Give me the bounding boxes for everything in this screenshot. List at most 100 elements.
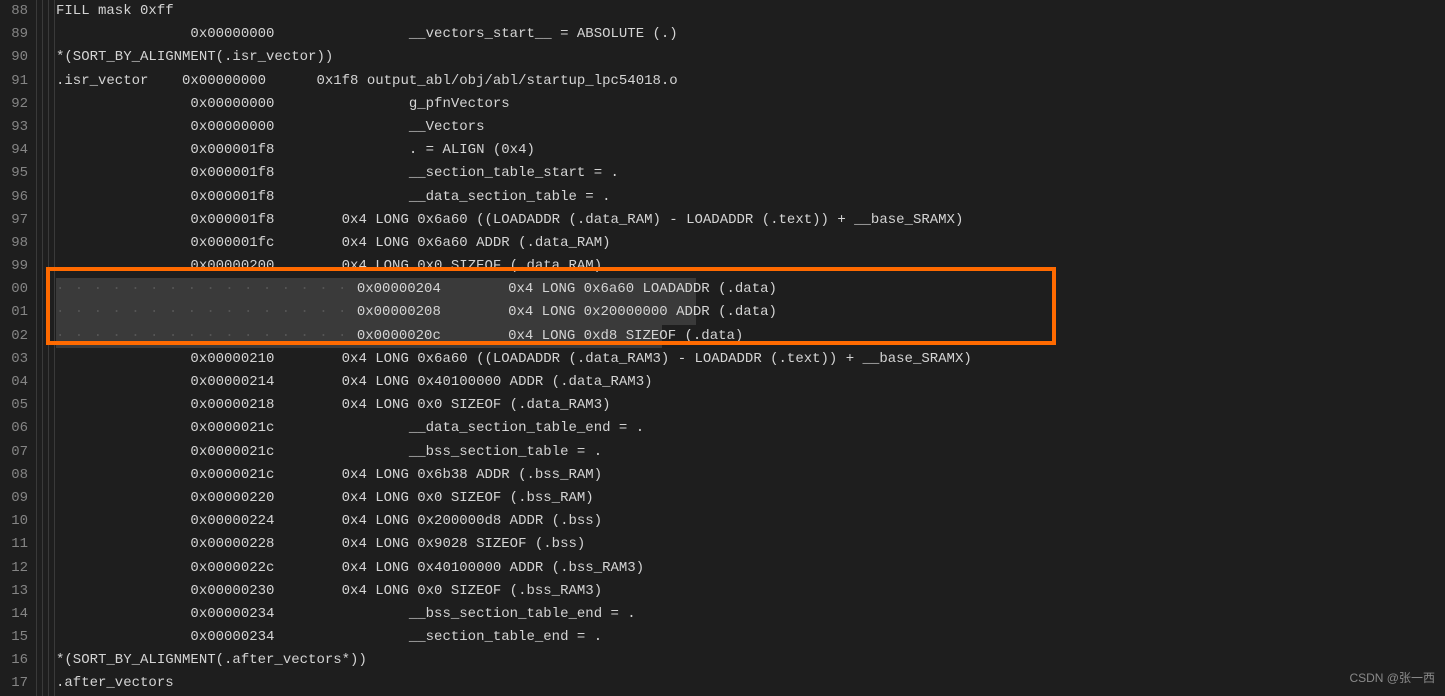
code-text: 0x00000000 __Vectors xyxy=(56,119,484,135)
indent-guides xyxy=(36,0,56,696)
indent-guide xyxy=(54,0,55,696)
line-number: 99 xyxy=(0,255,28,278)
code-area[interactable]: FILL mask 0xff 0x00000000 __vectors_star… xyxy=(56,0,1445,696)
line-number: 96 xyxy=(0,186,28,209)
code-text: *(SORT_BY_ALIGNMENT(.isr_vector)) xyxy=(56,49,333,65)
code-line[interactable]: 0x00000234 __bss_section_table_end = . xyxy=(56,603,1445,626)
line-number: 08 xyxy=(0,464,28,487)
code-line[interactable]: · · · · · · · · · · · · · · · · 0x000002… xyxy=(56,301,1445,324)
code-line[interactable]: 0x000001f8 __data_section_table = . xyxy=(56,186,1445,209)
code-line[interactable]: · · · · · · · · · · · · · · · · 0x000002… xyxy=(56,278,1445,301)
indent-guide xyxy=(48,0,49,696)
code-text: 0x000001f8 __section_table_start = . xyxy=(56,165,619,181)
line-number: 93 xyxy=(0,116,28,139)
code-line[interactable]: .isr_vector 0x00000000 0x1f8 output_abl/… xyxy=(56,70,1445,93)
code-text: · · · · · · · · · · · · · · · · 0x000002… xyxy=(56,328,743,344)
code-text: 0x00000218 0x4 LONG 0x0 SIZEOF (.data_RA… xyxy=(56,397,611,413)
code-line[interactable]: *(SORT_BY_ALIGNMENT(.after_vectors*)) xyxy=(56,649,1445,672)
code-line[interactable]: 0x0000021c __bss_section_table = . xyxy=(56,441,1445,464)
line-number: 98 xyxy=(0,232,28,255)
code-line[interactable]: · · · · · · · · · · · · · · · · 0x000002… xyxy=(56,325,1445,348)
code-text: .after_vectors xyxy=(56,675,174,691)
code-text: .isr_vector 0x00000000 0x1f8 output_abl/… xyxy=(56,73,678,89)
code-line[interactable]: 0x00000210 0x4 LONG 0x6a60 ((LOADADDR (.… xyxy=(56,348,1445,371)
code-line[interactable]: 0x00000220 0x4 LONG 0x0 SIZEOF (.bss_RAM… xyxy=(56,487,1445,510)
code-text: 0x00000220 0x4 LONG 0x0 SIZEOF (.bss_RAM… xyxy=(56,490,594,506)
code-text: 0x00000230 0x4 LONG 0x0 SIZEOF (.bss_RAM… xyxy=(56,583,602,599)
line-number: 91 xyxy=(0,70,28,93)
line-number: 17 xyxy=(0,672,28,695)
code-line[interactable]: 0x00000000 g_pfnVectors xyxy=(56,93,1445,116)
code-line[interactable]: 0x000001f8 0x4 LONG 0x6a60 ((LOADADDR (.… xyxy=(56,209,1445,232)
code-editor[interactable]: 8889909192939495969798990001020304050607… xyxy=(0,0,1445,696)
line-number: 89 xyxy=(0,23,28,46)
code-text: 0x0000021c __bss_section_table = . xyxy=(56,444,602,460)
line-number-gutter: 8889909192939495969798990001020304050607… xyxy=(0,0,36,696)
code-text: 0x0000021c __data_section_table_end = . xyxy=(56,420,644,436)
line-number: 00 xyxy=(0,278,28,301)
code-text: 0x000001f8 . = ALIGN (0x4) xyxy=(56,142,535,158)
code-text: 0x00000234 __bss_section_table_end = . xyxy=(56,606,636,622)
code-text: 0x00000234 __section_table_end = . xyxy=(56,629,602,645)
code-text: 0x00000200 0x4 LONG 0x0 SIZEOF (.data_RA… xyxy=(56,258,602,274)
line-number: 01 xyxy=(0,301,28,324)
code-line[interactable]: 0x00000234 __section_table_end = . xyxy=(56,626,1445,649)
code-text: 0x00000224 0x4 LONG 0x200000d8 ADDR (.bs… xyxy=(56,513,602,529)
line-number: 11 xyxy=(0,533,28,556)
line-number: 09 xyxy=(0,487,28,510)
line-number: 92 xyxy=(0,93,28,116)
line-number: 97 xyxy=(0,209,28,232)
line-number: 14 xyxy=(0,603,28,626)
line-number: 07 xyxy=(0,441,28,464)
whitespace-dots: · · · · · · · · · · · · · · · · xyxy=(56,328,357,344)
code-text: 0x0000021c 0x4 LONG 0x6b38 ADDR (.bss_RA… xyxy=(56,467,602,483)
code-text: 0x0000022c 0x4 LONG 0x40100000 ADDR (.bs… xyxy=(56,560,644,576)
code-line[interactable]: 0x00000230 0x4 LONG 0x0 SIZEOF (.bss_RAM… xyxy=(56,580,1445,603)
code-line[interactable]: 0x00000200 0x4 LONG 0x0 SIZEOF (.data_RA… xyxy=(56,255,1445,278)
code-text: 0x00000000 g_pfnVectors xyxy=(56,96,510,112)
code-text: FILL mask 0xff xyxy=(56,3,174,19)
code-text: 0x000001fc 0x4 LONG 0x6a60 ADDR (.data_R… xyxy=(56,235,611,251)
code-line[interactable]: 0x0000021c 0x4 LONG 0x6b38 ADDR (.bss_RA… xyxy=(56,464,1445,487)
whitespace-dots: · · · · · · · · · · · · · · · · xyxy=(56,281,357,297)
code-text: *(SORT_BY_ALIGNMENT(.after_vectors*)) xyxy=(56,652,367,668)
line-number: 10 xyxy=(0,510,28,533)
indent-guide xyxy=(42,0,43,696)
line-number: 04 xyxy=(0,371,28,394)
line-number: 02 xyxy=(0,325,28,348)
line-number: 05 xyxy=(0,394,28,417)
watermark-text: CSDN @张一西 xyxy=(1349,667,1435,690)
code-line[interactable]: 0x000001fc 0x4 LONG 0x6a60 ADDR (.data_R… xyxy=(56,232,1445,255)
code-line[interactable]: 0x00000224 0x4 LONG 0x200000d8 ADDR (.bs… xyxy=(56,510,1445,533)
code-text: 0x000001f8 0x4 LONG 0x6a60 ((LOADADDR (.… xyxy=(56,212,963,228)
line-number: 88 xyxy=(0,0,28,23)
line-number: 94 xyxy=(0,139,28,162)
code-text: 0x00000214 0x4 LONG 0x40100000 ADDR (.da… xyxy=(56,374,653,390)
line-number: 15 xyxy=(0,626,28,649)
code-text: 0x00000000 __vectors_start__ = ABSOLUTE … xyxy=(56,26,678,42)
line-number: 03 xyxy=(0,348,28,371)
code-line[interactable]: .after_vectors xyxy=(56,672,1445,695)
code-line[interactable]: 0x00000218 0x4 LONG 0x0 SIZEOF (.data_RA… xyxy=(56,394,1445,417)
code-text: 0x00000228 0x4 LONG 0x9028 SIZEOF (.bss) xyxy=(56,536,585,552)
code-text: 0x000001f8 __data_section_table = . xyxy=(56,189,611,205)
code-line[interactable]: *(SORT_BY_ALIGNMENT(.isr_vector)) xyxy=(56,46,1445,69)
code-line[interactable]: 0x0000021c __data_section_table_end = . xyxy=(56,417,1445,440)
line-number: 12 xyxy=(0,557,28,580)
code-line[interactable]: 0x000001f8 . = ALIGN (0x4) xyxy=(56,139,1445,162)
line-number: 16 xyxy=(0,649,28,672)
code-text: · · · · · · · · · · · · · · · · 0x000002… xyxy=(56,304,777,320)
line-number: 13 xyxy=(0,580,28,603)
code-line[interactable]: FILL mask 0xff xyxy=(56,0,1445,23)
whitespace-dots: · · · · · · · · · · · · · · · · xyxy=(56,304,357,320)
code-line[interactable]: 0x0000022c 0x4 LONG 0x40100000 ADDR (.bs… xyxy=(56,557,1445,580)
indent-guide xyxy=(36,0,37,696)
code-line[interactable]: 0x00000000 __Vectors xyxy=(56,116,1445,139)
code-line[interactable]: 0x00000214 0x4 LONG 0x40100000 ADDR (.da… xyxy=(56,371,1445,394)
line-number: 90 xyxy=(0,46,28,69)
line-number: 06 xyxy=(0,417,28,440)
code-line[interactable]: 0x000001f8 __section_table_start = . xyxy=(56,162,1445,185)
code-line[interactable]: 0x00000228 0x4 LONG 0x9028 SIZEOF (.bss) xyxy=(56,533,1445,556)
code-line[interactable]: 0x00000000 __vectors_start__ = ABSOLUTE … xyxy=(56,23,1445,46)
code-text: · · · · · · · · · · · · · · · · 0x000002… xyxy=(56,281,777,297)
